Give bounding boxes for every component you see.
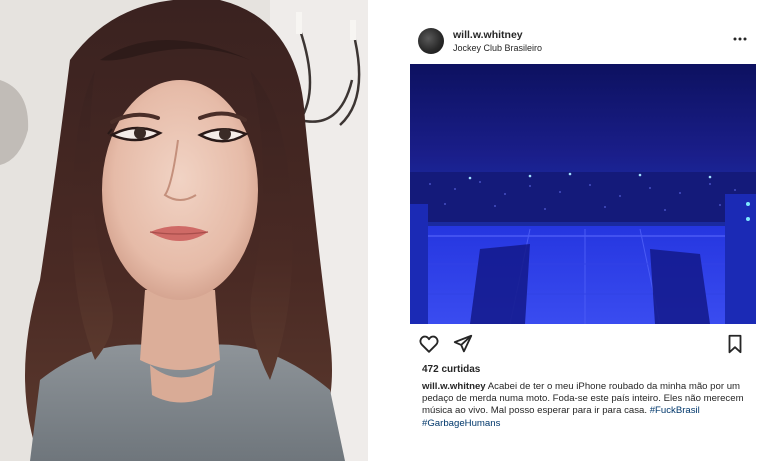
paper-plane-icon[interactable] bbox=[452, 333, 474, 355]
post-image[interactable] bbox=[410, 64, 756, 324]
heart-outline-icon[interactable] bbox=[418, 333, 440, 355]
concert-stage-illustration bbox=[410, 64, 756, 324]
hashtag[interactable]: #GarbageHumans bbox=[422, 418, 500, 429]
post-username[interactable]: will.w.whitney bbox=[453, 29, 523, 41]
selfie-photo bbox=[0, 0, 368, 461]
selfie-illustration bbox=[0, 0, 368, 461]
post-actions bbox=[370, 333, 768, 355]
post-header: will.w.whitney Jockey Club Brasileiro bbox=[370, 22, 768, 62]
hashtag[interactable]: #FuckBrasil bbox=[650, 405, 700, 416]
bookmark-icon[interactable] bbox=[724, 333, 746, 355]
post-location[interactable]: Jockey Club Brasileiro bbox=[453, 43, 542, 53]
post-caption: will.w.whitney Acabei de ter o meu iPhon… bbox=[422, 381, 758, 430]
more-options-icon[interactable] bbox=[732, 34, 748, 44]
profile-avatar[interactable] bbox=[418, 28, 444, 54]
likes-count[interactable]: 472 curtidas bbox=[422, 364, 480, 375]
screenshot-frame: will.w.whitney Jockey Club Brasileiro 47… bbox=[0, 0, 768, 461]
caption-username[interactable]: will.w.whitney bbox=[422, 381, 486, 392]
instagram-post: will.w.whitney Jockey Club Brasileiro 47… bbox=[370, 0, 768, 461]
